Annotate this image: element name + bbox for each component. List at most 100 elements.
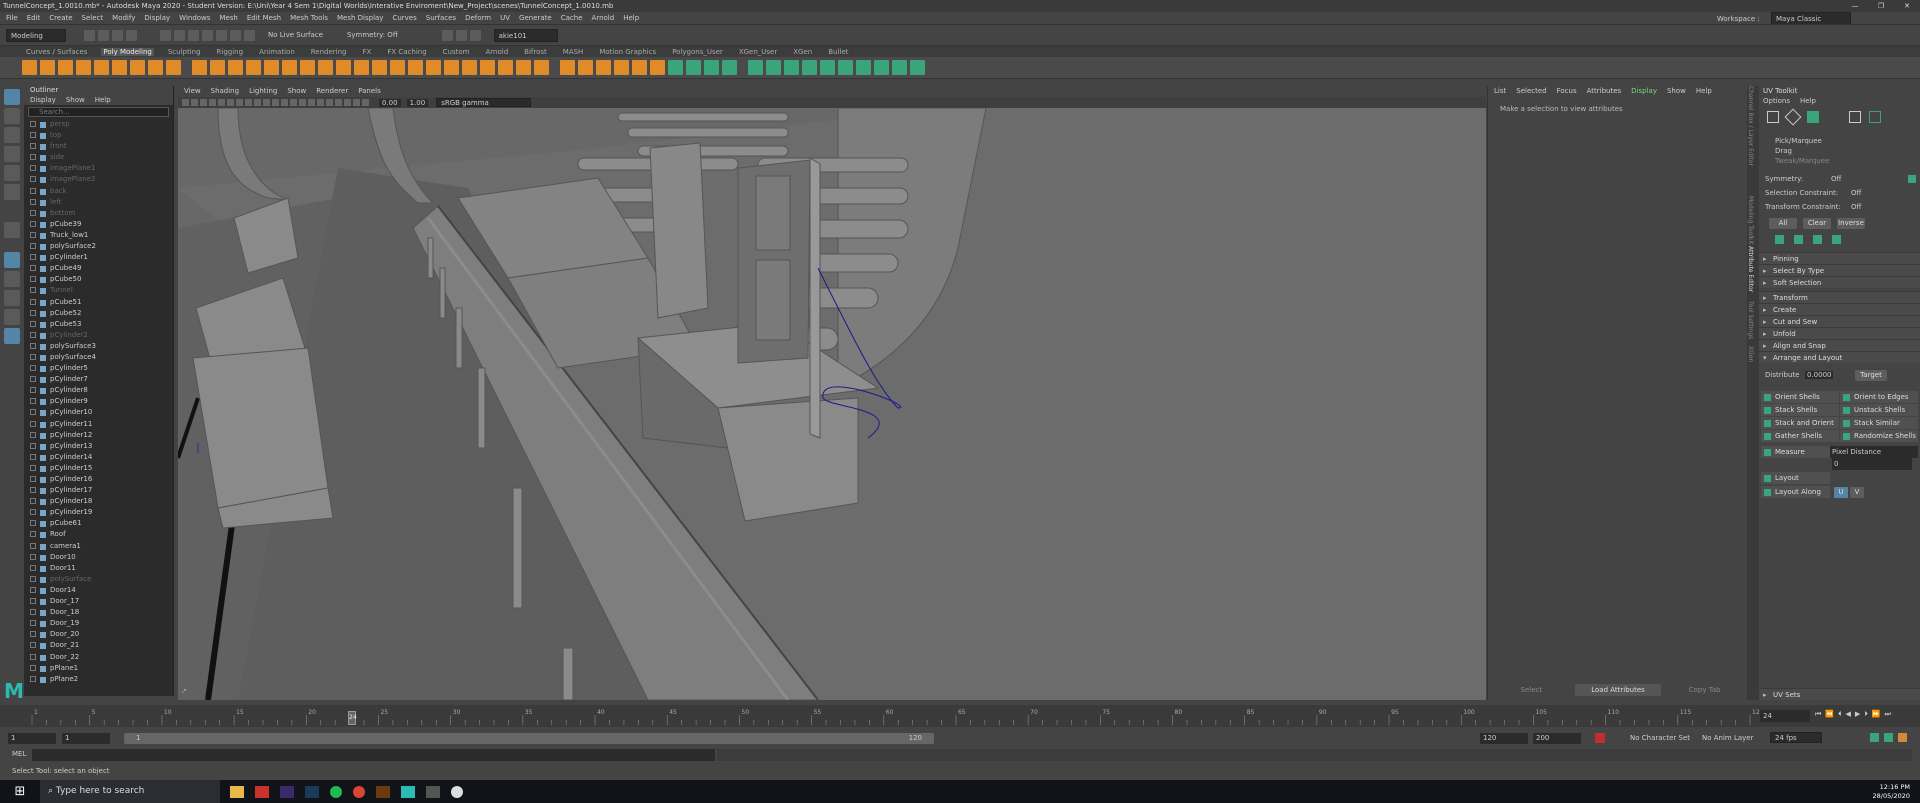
select-uv-icon[interactable] [1849, 111, 1861, 123]
target-button[interactable]: Target [1855, 369, 1887, 381]
mel-input[interactable] [32, 749, 715, 761]
uv-orient-icon[interactable] [748, 60, 763, 75]
expand-icon[interactable] [30, 464, 36, 471]
mirror-icon[interactable] [282, 60, 297, 75]
sound-icon[interactable] [1884, 733, 1893, 742]
expand-icon[interactable] [30, 265, 36, 272]
uv-transform-icon[interactable] [838, 60, 853, 75]
expand-icon[interactable] [30, 154, 36, 161]
expand-icon[interactable] [30, 442, 36, 449]
spotify-icon[interactable] [330, 785, 342, 798]
maximize-icon[interactable]: ❐ [1868, 0, 1894, 12]
resolution-icon[interactable] [236, 99, 243, 106]
stack-shells-button[interactable]: Stack Shells [1761, 404, 1839, 416]
distribute-field[interactable]: 0.0000 [1805, 371, 1833, 379]
wire-on-shaded-icon[interactable] [272, 99, 279, 106]
expand-icon[interactable] [30, 254, 36, 261]
load-attributes-button[interactable]: Load Attributes [1574, 684, 1662, 696]
play-icon[interactable]: ▶ [1855, 710, 1860, 719]
outliner-item[interactable]: imagePlane2 [24, 174, 173, 185]
uv-pivot-icon[interactable] [856, 60, 871, 75]
expand-icon[interactable] [30, 487, 36, 494]
step-forward-icon[interactable]: ⏩ [1872, 710, 1881, 719]
uv-move-icon[interactable] [874, 60, 889, 75]
end-time-field[interactable]: 200 [1533, 733, 1581, 744]
menu-item[interactable]: Cache [561, 14, 583, 22]
layout-button[interactable]: Layout [1761, 472, 1830, 484]
expand-icon[interactable] [30, 398, 36, 405]
outliner-item[interactable]: polySurface4 [24, 352, 173, 363]
expand-icon[interactable] [30, 431, 36, 438]
mode-dropdown[interactable]: Modeling [6, 28, 66, 42]
last-tool-icon[interactable] [4, 222, 20, 238]
expand-icon[interactable] [30, 187, 36, 194]
side-tab[interactable]: Attribute Editor [1747, 246, 1754, 301]
randomize-shells-button[interactable]: Randomize Shells [1840, 430, 1918, 442]
platonic-icon[interactable] [148, 60, 163, 75]
prev-key-icon[interactable]: ⏴ [1838, 710, 1842, 719]
uv-rotate-icon[interactable] [910, 60, 925, 75]
uv-checker-icon[interactable] [820, 60, 835, 75]
ue-icon[interactable] [426, 785, 440, 798]
uv-unfold-icon[interactable] [704, 60, 719, 75]
playback-end-field[interactable]: 120 [1480, 733, 1528, 744]
isolate-icon[interactable] [326, 99, 333, 106]
close-icon[interactable]: ✕ [1894, 0, 1920, 12]
playback-start-field[interactable]: 1 [62, 733, 110, 744]
expand-icon[interactable] [30, 609, 36, 616]
side-tab[interactable]: Channel Box / Layer Editor [1747, 86, 1754, 196]
cut-and-sew-section[interactable]: Cut and Sew [1759, 315, 1920, 328]
uv-shell-mode-icon[interactable] [1807, 111, 1819, 123]
expand-icon[interactable] [30, 309, 36, 316]
snap-curve-icon[interactable] [216, 29, 227, 41]
outliner-item[interactable]: pCylinder8 [24, 385, 173, 396]
viewport-menu-item[interactable]: Panels [358, 86, 381, 97]
maya-taskbar-icon[interactable] [401, 785, 415, 798]
outliner-item[interactable]: pCylinder11 [24, 419, 173, 430]
uv-sew-icon[interactable] [686, 60, 701, 75]
side-tab[interactable]: XGen [1747, 346, 1754, 366]
select-shell-icon[interactable] [1813, 235, 1822, 244]
menu-item[interactable]: Curves [392, 14, 416, 22]
svg-icon[interactable] [228, 60, 243, 75]
fill-icon[interactable] [480, 60, 495, 75]
taskbar-search-input[interactable]: ⌕ Type here to search [40, 780, 220, 803]
expand-icon[interactable] [30, 498, 36, 505]
backface-icon[interactable] [353, 99, 360, 106]
outliner-item[interactable]: persp [24, 119, 173, 130]
menu-item[interactable]: Edit Mesh [247, 14, 281, 22]
u-toggle[interactable]: U [1834, 486, 1848, 498]
soft-selection-section[interactable]: Soft Selection [1759, 276, 1920, 289]
bridge-icon[interactable] [336, 60, 351, 75]
menu-item[interactable]: Display [144, 14, 170, 22]
file-explorer-icon[interactable] [230, 785, 244, 798]
menu-item[interactable]: File [6, 14, 18, 22]
expand-icon[interactable] [30, 121, 36, 127]
expand-icon[interactable] [30, 376, 36, 383]
shelf-tab[interactable]: MASH [561, 48, 586, 56]
shelf-tab[interactable]: Sculpting [166, 48, 203, 56]
outliner-item[interactable]: pCylinder17 [24, 485, 173, 496]
orient-to-edges-button[interactable]: Orient to Edges [1840, 391, 1918, 403]
shelf-tab[interactable]: Bullet [826, 48, 850, 56]
expand-icon[interactable] [30, 642, 36, 649]
create-section[interactable]: Create [1759, 303, 1920, 316]
append-icon[interactable] [462, 60, 477, 75]
viewport-menu-item[interactable]: View [184, 86, 201, 97]
expand-icon[interactable] [30, 165, 36, 172]
adobe-ae-icon[interactable] [280, 785, 294, 798]
live-surface-label[interactable]: No Live Surface [268, 31, 323, 39]
outliner-item[interactable]: pPlane2 [24, 674, 173, 685]
text-icon[interactable] [210, 60, 225, 75]
outliner-menu-item[interactable]: Show [66, 95, 85, 105]
menu-item[interactable]: Edit [27, 14, 41, 22]
menu-item[interactable]: Surfaces [426, 14, 456, 22]
safe-frame-icon[interactable] [245, 99, 252, 106]
outliner-item[interactable]: Door_22 [24, 652, 173, 663]
expand-icon[interactable] [30, 387, 36, 394]
expand-icon[interactable] [30, 586, 36, 593]
camera-icon[interactable] [182, 99, 189, 106]
expand-icon[interactable] [30, 553, 36, 560]
auto-uv-icon[interactable] [614, 60, 629, 75]
attr-menu-item[interactable]: Attributes [1587, 86, 1622, 97]
